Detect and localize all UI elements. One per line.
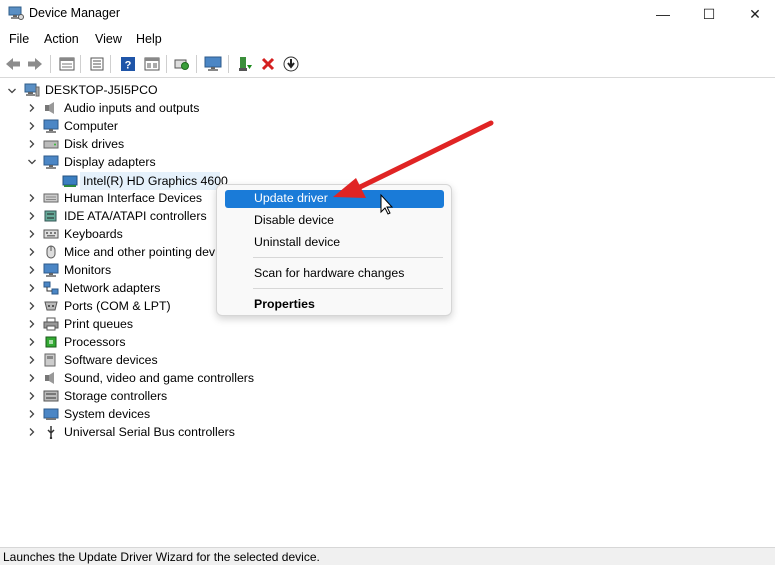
tree-category-label[interactable]: Universal Serial Bus controllers [64,423,235,441]
monitor-icon[interactable] [204,55,222,73]
tree-category-label[interactable]: Sound, video and game controllers [64,369,254,387]
tree-category-label[interactable]: Network adapters [64,279,160,297]
usb-icon [43,425,59,440]
software-icon [43,353,59,367]
chevron-right-icon[interactable] [27,139,37,149]
disk-icon [43,137,59,151]
computer-icon [43,119,59,133]
toolbar-separator [166,55,167,73]
tree-category-label[interactable]: Processors [64,333,126,351]
toolbar-separator [110,55,111,73]
tree-category-label[interactable]: Software devices [64,351,158,369]
hid-icon [43,191,59,205]
display-adapter-icon [62,174,78,188]
tree-root-label[interactable]: DESKTOP-J5I5PCO [45,81,158,99]
download-icon[interactable] [282,55,300,73]
cpu-icon [43,335,59,349]
tree-category-label[interactable]: IDE ATA/ATAPI controllers [64,207,207,225]
menu-separator [253,288,443,289]
chevron-right-icon[interactable] [27,355,37,365]
menu-help[interactable]: Help [136,32,162,46]
svg-text:?: ? [125,60,132,72]
chevron-right-icon[interactable] [27,319,37,329]
tree-category-label[interactable]: Mice and other pointing dev [64,243,215,261]
update-driver-menu-item[interactable]: Update driver [225,190,444,208]
toolbar-separator [228,55,229,73]
toolbar-separator [196,55,197,73]
port-icon [43,299,59,313]
chevron-down-icon[interactable] [27,157,37,167]
chevron-right-icon[interactable] [27,283,37,293]
menu-separator [253,257,443,258]
disable-device-menu-item[interactable]: Disable device [225,212,444,230]
window-title: Device Manager [29,6,121,20]
context-menu: Update driver Disable device Uninstall d… [216,184,452,316]
monitor-icon [43,263,59,277]
keyboard-icon [43,227,59,241]
tree-category-label[interactable]: Display adapters [64,153,156,171]
uninstall-device-menu-item[interactable]: Uninstall device [225,234,444,252]
uninstall-icon[interactable] [259,55,277,73]
show-hidden-icon[interactable] [88,55,106,73]
chevron-right-icon[interactable] [27,229,37,239]
device-manager-app-icon [8,6,24,20]
network-icon [43,281,59,295]
display-adapter-icon [43,155,59,169]
tree-category-label[interactable]: System devices [64,405,150,423]
close-button[interactable]: ✕ [732,0,775,28]
tree-category-label[interactable]: Computer [64,117,118,135]
toolbar: ? [0,50,775,78]
properties-icon[interactable] [58,55,76,73]
forward-icon[interactable] [26,55,44,73]
tree-category-label[interactable]: Human Interface Devices [64,189,202,207]
chevron-right-icon[interactable] [27,337,37,347]
tree-category-label[interactable]: Print queues [64,315,133,333]
intel-hd-graphics-item[interactable]: Intel(R) HD Graphics 4600 [83,172,228,190]
printer-icon [43,317,59,331]
tree-category-label[interactable]: Audio inputs and outputs [64,99,199,117]
view-icon[interactable] [143,55,161,73]
chevron-right-icon[interactable] [27,373,37,383]
chevron-right-icon[interactable] [27,391,37,401]
back-icon[interactable] [4,55,22,73]
chevron-right-icon[interactable] [27,121,37,131]
toolbar-separator [50,55,51,73]
chevron-right-icon[interactable] [27,409,37,419]
status-text: Launches the Update Driver Wizard for th… [3,550,320,564]
scan-hardware-icon[interactable] [173,55,191,73]
update-driver-icon[interactable] [236,55,254,73]
chevron-right-icon[interactable] [27,301,37,311]
menu-bar: File Action View Help [0,28,775,50]
chevron-right-icon[interactable] [27,265,37,275]
chevron-right-icon[interactable] [27,427,37,437]
minimize-button[interactable]: — [640,0,686,28]
mouse-icon [43,245,59,259]
computer-root-icon [24,83,40,97]
menu-action[interactable]: Action [44,32,79,46]
speaker-icon [43,101,59,115]
status-bar: Launches the Update Driver Wizard for th… [0,547,775,565]
chevron-right-icon[interactable] [27,211,37,221]
chevron-down-icon[interactable] [7,86,17,96]
properties-menu-item[interactable]: Properties [225,296,444,314]
storage-icon [43,389,59,403]
maximize-button[interactable]: ☐ [686,0,732,28]
tree-category-label[interactable]: Keyboards [64,225,123,243]
scan-hardware-menu-item[interactable]: Scan for hardware changes [225,265,444,283]
chevron-right-icon[interactable] [27,193,37,203]
help-icon[interactable]: ? [119,55,137,73]
ide-icon [43,209,59,223]
system-icon [43,407,59,421]
chevron-right-icon[interactable] [27,247,37,257]
toolbar-separator [80,55,81,73]
sound-icon [43,371,59,385]
tree-category-label[interactable]: Monitors [64,261,111,279]
tree-category-label[interactable]: Ports (COM & LPT) [64,297,171,315]
title-bar: Device Manager — ☐ ✕ [0,0,775,28]
menu-view[interactable]: View [95,32,122,46]
tree-category-label[interactable]: Disk drives [64,135,124,153]
chevron-right-icon[interactable] [27,103,37,113]
menu-file[interactable]: File [9,32,29,46]
tree-category-label[interactable]: Storage controllers [64,387,167,405]
